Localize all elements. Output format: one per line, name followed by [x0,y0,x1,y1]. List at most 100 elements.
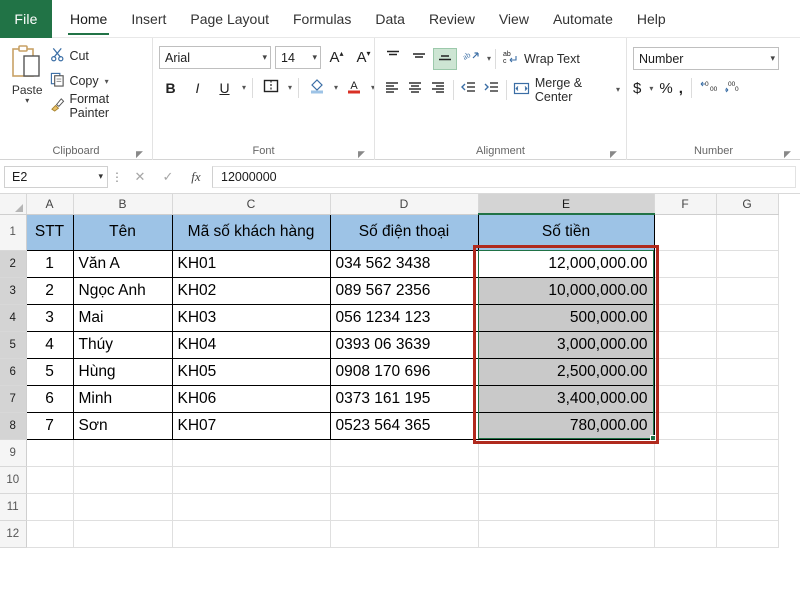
copy-button[interactable]: Copy ▾ [48,70,146,92]
cell-G12[interactable] [716,520,779,548]
more-options-icon[interactable]: ⋮ [108,170,126,184]
confirm-entry-button[interactable]: ✓ [154,166,182,188]
cell-F12[interactable] [654,520,717,548]
row-header-2[interactable]: 2 [0,250,27,278]
cell-E4[interactable]: 500,000.00 [477,303,655,332]
chevron-down-icon[interactable]: ▾ [98,171,103,182]
cell-C1[interactable]: Mã số khách hàng [171,213,331,251]
cell-E6[interactable]: 2,500,000.00 [477,357,655,386]
tab-data[interactable]: Data [363,0,417,38]
formula-input[interactable]: 12000000 [212,165,796,188]
cell-F11[interactable] [654,493,717,521]
number-dialog-launcher-icon[interactable]: ◤ [783,150,792,159]
cell-A7[interactable]: 6 [25,384,74,413]
row-header-6[interactable]: 6 [0,358,27,386]
clipboard-dialog-launcher-icon[interactable]: ◤ [135,150,144,159]
tab-insert[interactable]: Insert [119,0,178,38]
cell-B5[interactable]: Thúy [72,330,173,359]
row-header-7[interactable]: 7 [0,385,27,413]
cell-E9[interactable] [478,439,655,467]
decrease-decimal-button[interactable]: 00 0 [724,79,742,98]
font-size-input[interactable]: 14 ▾ [275,46,321,69]
cell-A10[interactable] [26,466,74,494]
cell-F5[interactable] [654,331,717,359]
column-header-c[interactable]: C [172,194,331,215]
align-top-button[interactable] [381,48,405,70]
cell-E1[interactable]: Số tiền [477,213,655,251]
cell-G9[interactable] [716,439,779,467]
column-header-e[interactable]: E [478,194,655,215]
cell-C8[interactable]: KH07 [171,411,331,440]
cell-A11[interactable] [26,493,74,521]
cell-G2[interactable] [716,250,779,278]
chevron-down-icon[interactable]: ▾ [288,83,292,92]
cell-F1[interactable] [654,214,717,251]
row-header-11[interactable]: 11 [0,493,27,521]
chevron-down-icon[interactable]: ▾ [105,77,109,86]
cell-D3[interactable]: 089 567 2356 [329,276,479,305]
cell-G7[interactable] [716,385,779,413]
cell-A3[interactable]: 2 [25,276,74,305]
column-header-a[interactable]: A [26,194,74,215]
cell-D7[interactable]: 0373 161 195 [329,384,479,413]
cell-A6[interactable]: 5 [25,357,74,386]
cell-A12[interactable] [26,520,74,548]
cell-C11[interactable] [172,493,331,521]
chevron-down-icon[interactable]: ▾ [766,53,775,64]
borders-button[interactable] [259,76,282,99]
tab-help[interactable]: Help [625,0,678,38]
cell-G3[interactable] [716,277,779,305]
bold-button[interactable]: B [159,76,182,99]
tab-file[interactable]: File [0,0,52,38]
cell-G8[interactable] [716,412,779,440]
chevron-down-icon[interactable]: ▾ [649,84,653,93]
increase-decimal-button[interactable]: 0 00 [700,79,718,98]
cell-C10[interactable] [172,466,331,494]
font-name-input[interactable]: Arial ▾ [159,46,271,69]
align-left-button[interactable] [381,79,402,101]
cancel-entry-button[interactable]: ✕ [126,166,154,188]
tab-formulas[interactable]: Formulas [281,0,363,38]
cell-D5[interactable]: 0393 06 3639 [329,330,479,359]
cell-F4[interactable] [654,304,717,332]
row-header-8[interactable]: 8 [0,412,27,440]
underline-button[interactable]: U [213,76,236,99]
cell-G6[interactable] [716,358,779,386]
cell-E11[interactable] [478,493,655,521]
cell-C12[interactable] [172,520,331,548]
cell-E5[interactable]: 3,000,000.00 [477,330,655,359]
cell-C3[interactable]: KH02 [171,276,331,305]
cell-A5[interactable]: 4 [25,330,74,359]
cell-E10[interactable] [478,466,655,494]
cell-F6[interactable] [654,358,717,386]
cell-D4[interactable]: 056 1234 123 [329,303,479,332]
cell-G1[interactable] [716,214,779,251]
cell-B2[interactable]: Văn A [72,249,173,278]
row-header-9[interactable]: 9 [0,439,27,467]
cell-C7[interactable]: KH06 [171,384,331,413]
tab-page-layout[interactable]: Page Layout [178,0,281,38]
cell-D11[interactable] [330,493,479,521]
cell-G5[interactable] [716,331,779,359]
cell-B7[interactable]: Minh [72,384,173,413]
cell-F7[interactable] [654,385,717,413]
cell-E2[interactable]: 12,000,000.00 [477,249,655,278]
chevron-down-icon[interactable]: ▾ [25,97,29,105]
cell-B9[interactable] [73,439,173,467]
row-header-4[interactable]: 4 [0,304,27,332]
tab-automate[interactable]: Automate [541,0,625,38]
tab-view[interactable]: View [487,0,541,38]
font-dialog-launcher-icon[interactable]: ◤ [357,150,366,159]
column-header-d[interactable]: D [330,194,479,215]
cell-D2[interactable]: 034 562 3438 [329,249,479,278]
cell-E12[interactable] [478,520,655,548]
cell-B3[interactable]: Ngọc Anh [72,276,173,305]
chevron-down-icon[interactable]: ▾ [487,54,491,63]
tab-review[interactable]: Review [417,0,487,38]
cell-F2[interactable] [654,250,717,278]
chevron-down-icon[interactable]: ▾ [258,52,267,63]
align-middle-button[interactable] [407,48,431,70]
column-header-f[interactable]: F [654,194,717,215]
cell-A8[interactable]: 7 [25,411,74,440]
row-header-10[interactable]: 10 [0,466,27,494]
